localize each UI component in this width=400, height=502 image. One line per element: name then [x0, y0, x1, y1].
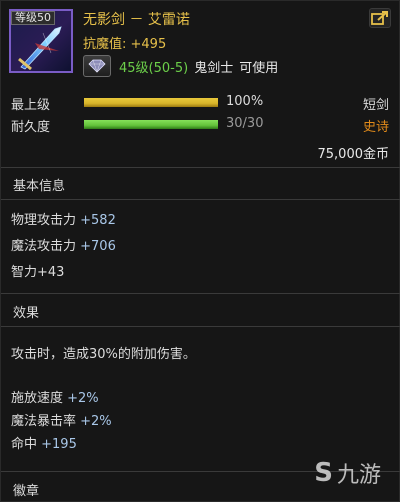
grade-bar-fill [84, 98, 218, 107]
item-icon-frame[interactable]: 等级50 [9, 9, 73, 73]
basic-stat-row: 魔法攻击力 +706 [11, 235, 116, 254]
divider [1, 199, 400, 200]
sword-icon [18, 26, 62, 71]
divider [1, 293, 400, 294]
basic-stat-row: 物理攻击力 +582 [11, 209, 116, 228]
effect-stat-name: 魔法暴击率 [11, 414, 77, 429]
basic-stat-value: +43 [37, 265, 65, 280]
site-watermark: S 九游 [314, 457, 381, 489]
required-level: 45级(50-5) [119, 60, 189, 76]
requirement-row: 45级(50-5) 鬼剑士 可使用 [83, 54, 278, 78]
share-icon[interactable] [369, 8, 391, 28]
basic-info-title: 基本信息 [13, 179, 66, 194]
price: 75,000金币 [317, 147, 390, 162]
divider [1, 326, 400, 327]
effect-stat-row: 施放速度 +2% [11, 387, 99, 406]
grade-label: 最上级 [11, 98, 51, 113]
divider [1, 167, 400, 168]
usable-status: 可使用 [239, 60, 279, 76]
effect-stat-name: 施放速度 [11, 391, 64, 406]
durability-bar-fill [84, 120, 218, 129]
rarity-tag: 史诗 [362, 120, 389, 135]
grade-bar [84, 98, 218, 107]
durability-label: 耐久度 [11, 120, 51, 135]
effect-stat-row: 命中 +195 [11, 433, 77, 452]
durability-bar [84, 120, 218, 129]
grade-value: 100% [226, 94, 264, 109]
item-name: 无影剑 － 艾雷诺 [83, 12, 190, 28]
effect-stat-value: +195 [37, 437, 77, 452]
required-class: 鬼剑士 [194, 60, 234, 76]
weapon-type: 短剑 [362, 98, 389, 113]
item-tooltip: 等级50 无影剑 － 艾雷诺 抗魔值: +495 45级(50-5) 鬼剑士 可… [0, 0, 400, 502]
effect-description: 攻击时，造成30%的附加伤害。 [11, 347, 196, 362]
basic-stat-name: 魔法攻击力 [11, 239, 77, 254]
watermark-logo: S [314, 458, 333, 488]
watermark-text: 九游 [336, 463, 381, 488]
basic-stat-name: 物理攻击力 [11, 213, 77, 228]
basic-stat-value: +706 [76, 239, 116, 254]
gem-icon [83, 55, 111, 77]
basic-stat-name: 智力 [11, 265, 38, 280]
effect-title: 效果 [13, 306, 40, 321]
effect-stat-row: 魔法暴击率 +2% [11, 410, 112, 429]
effect-stat-name: 命中 [11, 437, 38, 452]
effect-stat-value: +2% [76, 414, 112, 429]
level-badge: 等级50 [11, 11, 55, 25]
effect-stat-value: +2% [63, 391, 99, 406]
resist-value: 抗魔值: +495 [83, 37, 167, 52]
basic-stat-row: 智力+43 [11, 261, 64, 280]
basic-stat-value: +582 [76, 213, 116, 228]
durability-value: 30/30 [226, 116, 264, 131]
emblem-title: 徽章 [13, 484, 40, 499]
